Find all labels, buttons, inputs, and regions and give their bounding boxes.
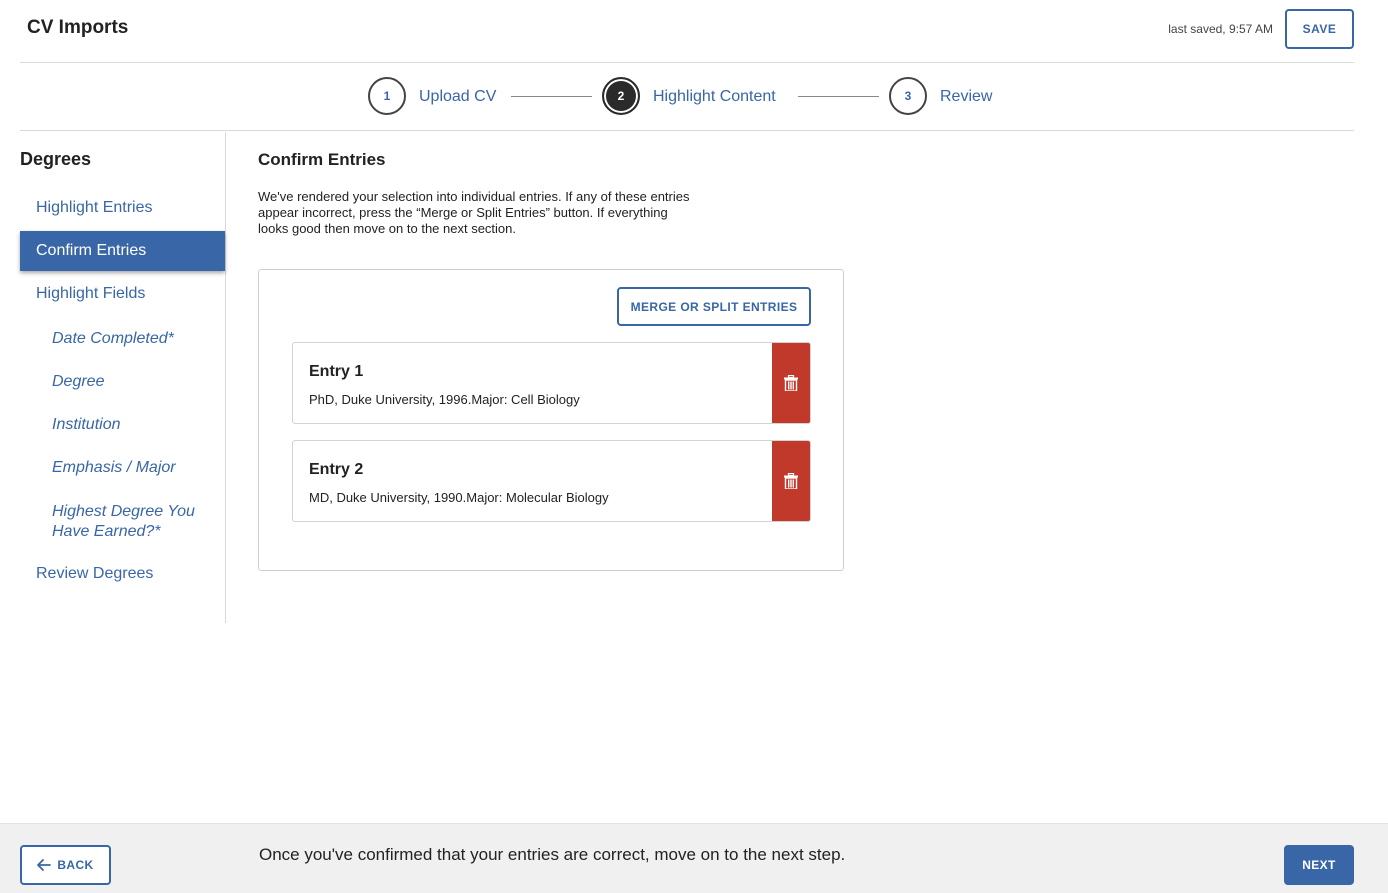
step-1-circle: 1 xyxy=(368,77,406,115)
sidebar: Degrees Highlight Entries Confirm Entrie… xyxy=(0,132,226,623)
sidebar-subitem-date-completed[interactable]: Date Completed* xyxy=(52,329,222,349)
sidebar-subitem-emphasis-major[interactable]: Emphasis / Major xyxy=(52,458,222,478)
entry-card: Entry 2 MD, Duke University, 1990.Major:… xyxy=(292,440,811,522)
trash-icon xyxy=(784,473,798,489)
cv-imports-page: CV Imports last saved, 9:57 AM SAVE 1 Up… xyxy=(0,0,1388,893)
last-saved-status: last saved, 9:57 AM xyxy=(1168,22,1273,36)
step-3-label: Review xyxy=(940,88,993,105)
merge-split-button[interactable]: MERGE OR SPLIT ENTRIES xyxy=(617,287,811,326)
step-3-circle: 3 xyxy=(889,77,927,115)
section-description: We've rendered your selection into indiv… xyxy=(258,189,690,236)
step-connector xyxy=(511,96,592,97)
entry-card: Entry 1 PhD, Duke University, 1996.Major… xyxy=(292,342,811,424)
entry-title: Entry 1 xyxy=(309,363,364,380)
footer-bar: BACK Once you've confirmed that your ent… xyxy=(0,823,1388,893)
step-1-label: Upload CV xyxy=(419,88,497,105)
sidebar-item-highlight-entries[interactable]: Highlight Entries xyxy=(20,199,225,217)
trash-icon xyxy=(784,375,798,391)
footer-message: Once you've confirmed that your entries … xyxy=(259,845,846,864)
entry-title: Entry 2 xyxy=(309,461,364,478)
entries-panel: MERGE OR SPLIT ENTRIES Entry 1 PhD, Duke… xyxy=(258,269,844,571)
delete-entry-button[interactable] xyxy=(772,343,810,423)
back-button-label: BACK xyxy=(57,858,94,872)
next-button[interactable]: NEXT xyxy=(1284,845,1354,885)
sidebar-item-highlight-fields[interactable]: Highlight Fields xyxy=(20,285,225,303)
sidebar-subitem-degree[interactable]: Degree xyxy=(52,372,222,392)
step-2-circle: 2 xyxy=(602,77,640,115)
entry-description: MD, Duke University, 1990.Major: Molecul… xyxy=(309,490,609,505)
sidebar-subitem-institution[interactable]: Institution xyxy=(52,415,222,435)
step-2-label: Highlight Content xyxy=(653,88,776,105)
save-button[interactable]: SAVE xyxy=(1285,9,1354,49)
delete-entry-button[interactable] xyxy=(772,441,810,521)
arrow-left-icon xyxy=(37,859,52,871)
sidebar-item-confirm-entries[interactable]: Confirm Entries xyxy=(20,231,225,271)
step-connector xyxy=(798,96,879,97)
section-title: Confirm Entries xyxy=(258,150,386,169)
entry-description: PhD, Duke University, 1996.Major: Cell B… xyxy=(309,392,580,407)
sidebar-item-review-degrees[interactable]: Review Degrees xyxy=(20,565,225,583)
header: CV Imports last saved, 9:57 AM SAVE xyxy=(20,0,1354,63)
sidebar-subitem-highest-degree[interactable]: Highest Degree You Have Earned?* xyxy=(52,502,212,542)
page-title: CV Imports xyxy=(27,17,129,38)
back-button[interactable]: BACK xyxy=(20,845,111,885)
sidebar-heading: Degrees xyxy=(20,149,92,169)
progress-stepper: 1 Upload CV 2 Highlight Content 3 Review xyxy=(20,63,1354,131)
